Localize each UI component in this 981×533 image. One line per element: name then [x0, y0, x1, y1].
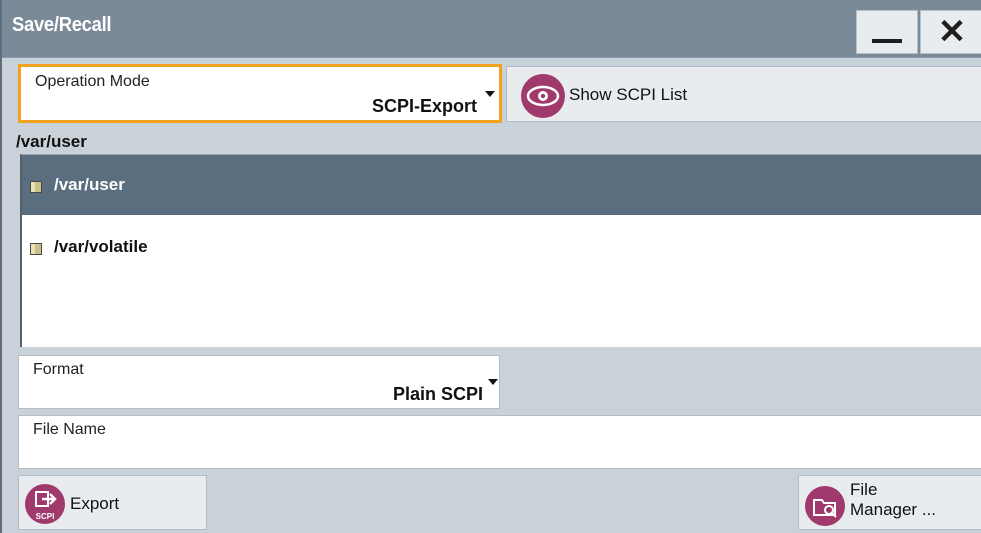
directory-item-label: /var/volatile: [54, 237, 148, 256]
window-title: Save/Recall: [12, 14, 112, 36]
file-manager-button[interactable]: File Manager ...: [798, 475, 981, 530]
chevron-down-icon: [485, 91, 495, 97]
show-scpi-list-label: Show SCPI List: [569, 85, 688, 104]
file-manager-icon: [805, 486, 845, 526]
file-name-label: File Name: [33, 421, 106, 438]
chevron-down-icon: [488, 379, 498, 385]
format-label: Format: [33, 361, 84, 378]
directory-list[interactable]: /var/user /var/volatile: [20, 154, 981, 347]
scpi-icon-text: SCPI: [36, 512, 55, 521]
file-name-field[interactable]: File Name: [18, 415, 981, 469]
export-label: Export: [70, 494, 120, 513]
operation-mode-label: Operation Mode: [35, 73, 150, 90]
title-bar: Save/Recall ✕: [2, 0, 981, 58]
file-manager-label-line1: File: [850, 480, 878, 499]
minimize-button[interactable]: [856, 10, 918, 54]
scpi-export-icon: SCPI: [25, 484, 65, 524]
folder-icon: [30, 181, 42, 193]
show-scpi-list-button[interactable]: Show SCPI List: [506, 66, 981, 122]
folder-icon: [30, 243, 42, 255]
save-recall-dialog: Save/Recall ✕ Operation Mode SCPI-Export…: [0, 0, 981, 533]
operation-mode-value: SCPI-Export: [371, 96, 477, 116]
export-button[interactable]: SCPI Export: [18, 475, 207, 530]
directory-item-var-user[interactable]: /var/user: [22, 155, 981, 215]
operation-mode-dropdown[interactable]: Operation Mode SCPI-Export: [18, 64, 502, 123]
directory-item-label: /var/user: [54, 175, 125, 194]
file-manager-label-line2: Manager ...: [850, 500, 936, 519]
format-dropdown[interactable]: Format Plain SCPI: [18, 355, 500, 409]
directory-item-var-volatile[interactable]: /var/volatile: [22, 217, 981, 277]
eye-icon: [521, 74, 565, 118]
format-value: Plain SCPI: [392, 384, 483, 404]
current-path: /var/user: [16, 132, 87, 151]
close-button[interactable]: ✕: [920, 10, 981, 54]
close-icon: ✕: [937, 13, 967, 51]
minimize-icon: [872, 39, 902, 43]
